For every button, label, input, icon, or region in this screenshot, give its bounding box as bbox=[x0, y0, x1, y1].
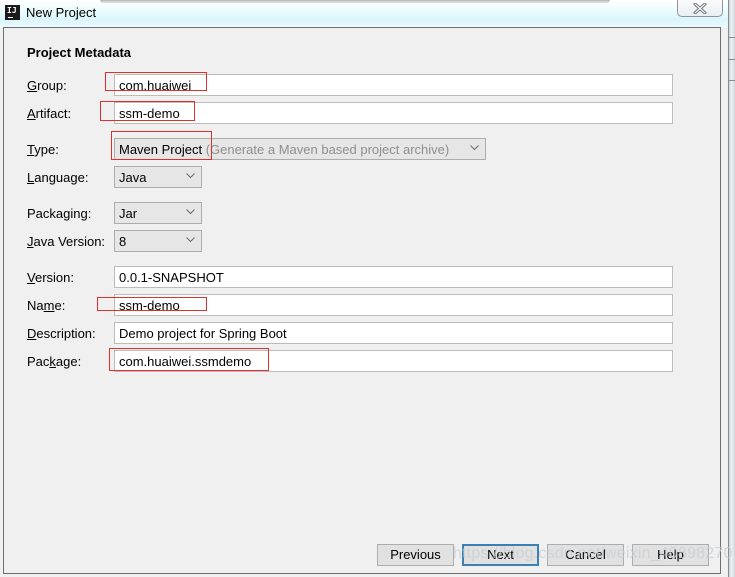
chevron-down-icon bbox=[470, 145, 479, 151]
name-label: Name: bbox=[27, 298, 66, 313]
name-value: ssm-demo bbox=[119, 298, 180, 313]
artifact-input[interactable]: ssm-demo bbox=[114, 102, 673, 124]
previous-button[interactable]: Previous bbox=[377, 544, 454, 566]
cancel-button[interactable]: Cancel bbox=[547, 544, 624, 566]
java-version-value: 8 bbox=[119, 234, 127, 249]
language-select[interactable]: Java bbox=[114, 166, 202, 188]
next-button[interactable]: Next bbox=[462, 544, 539, 566]
window-title: New Project bbox=[26, 5, 97, 20]
type-select[interactable]: Maven Project (Generate a Maven based pr… bbox=[114, 138, 486, 160]
intellij-app-icon: IJ bbox=[5, 5, 20, 20]
group-input[interactable]: com.huaiwei bbox=[114, 74, 673, 96]
type-hint: (Generate a Maven based project archive) bbox=[205, 142, 450, 157]
package-value: com.huaiwei.ssmdemo bbox=[119, 354, 252, 369]
name-input[interactable]: ssm-demo bbox=[114, 294, 673, 316]
chevron-down-icon bbox=[186, 237, 195, 243]
description-label: Description: bbox=[27, 326, 96, 341]
packaging-label: Packaging: bbox=[27, 206, 92, 221]
type-label: Type: bbox=[27, 142, 59, 157]
description-value: Demo project for Spring Boot bbox=[119, 326, 287, 341]
section-title: Project Metadata bbox=[27, 45, 132, 60]
title-bar: IJ New Project bbox=[0, 0, 735, 28]
version-input[interactable]: 0.0.1-SNAPSHOT bbox=[114, 266, 673, 288]
group-label: Group: bbox=[27, 78, 67, 93]
language-label: Language: bbox=[27, 170, 89, 185]
window-frame-right bbox=[728, 0, 735, 577]
version-value: 0.0.1-SNAPSHOT bbox=[119, 270, 224, 285]
chevron-down-icon bbox=[186, 209, 195, 215]
java-version-label: Java Version: bbox=[27, 234, 106, 249]
background-window-edge bbox=[100, 0, 610, 3]
package-input[interactable]: com.huaiwei.ssmdemo bbox=[114, 350, 673, 372]
project-metadata-panel: Project Metadata Group: com.huaiwei Arti… bbox=[3, 27, 721, 574]
group-value: com.huaiwei bbox=[119, 78, 192, 93]
version-label: Version: bbox=[27, 270, 74, 285]
java-version-select[interactable]: 8 bbox=[114, 230, 202, 252]
help-button[interactable]: Help bbox=[632, 544, 709, 566]
close-icon bbox=[693, 2, 707, 14]
chevron-down-icon bbox=[186, 173, 195, 179]
language-value: Java bbox=[119, 170, 147, 185]
close-button[interactable] bbox=[677, 0, 723, 17]
packaging-select[interactable]: Jar bbox=[114, 202, 202, 224]
artifact-label: Artifact: bbox=[27, 106, 72, 121]
package-label: Package: bbox=[27, 354, 82, 369]
description-input[interactable]: Demo project for Spring Boot bbox=[114, 322, 673, 344]
artifact-value: ssm-demo bbox=[119, 106, 180, 121]
type-value: Maven Project bbox=[119, 142, 203, 157]
packaging-value: Jar bbox=[119, 206, 138, 221]
